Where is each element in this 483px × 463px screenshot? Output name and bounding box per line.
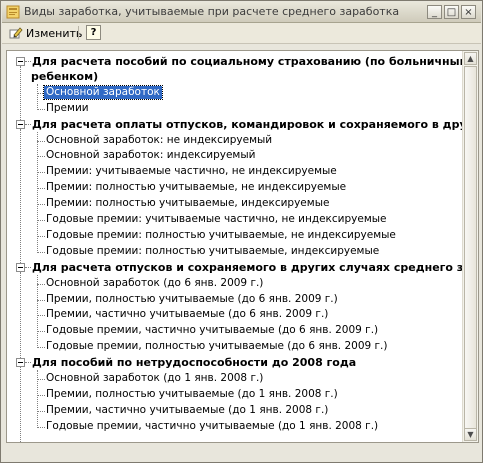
- tree-item[interactable]: Годовые премии: полностью учитываемые, н…: [46, 229, 396, 242]
- tree-connector: [37, 108, 45, 110]
- tree-connector: [37, 299, 45, 301]
- status-area: [6, 443, 477, 459]
- edit-icon: [9, 27, 23, 39]
- earnings-tree[interactable]: Для расчета пособий по социальному страх…: [6, 50, 479, 443]
- tree-group-label[interactable]: Для расчета пособий по социальному страх…: [32, 55, 462, 68]
- tree-connector: [20, 367, 21, 442]
- tree-connector: [37, 410, 45, 412]
- toolbar-separator: [78, 26, 79, 40]
- tree-connector: [37, 331, 45, 333]
- tree-item[interactable]: Премии, полностью учитываемые (до 1 янв.…: [46, 388, 338, 401]
- tree-connector: [37, 315, 45, 317]
- tree-connector: [20, 66, 21, 120]
- tree-group-label-continued: ребенком): [31, 69, 99, 83]
- tree-item[interactable]: Премии, частично учитываемые (до 1 янв. …: [46, 404, 328, 417]
- tree-item[interactable]: Годовые премии: полностью учитываемые, и…: [46, 245, 379, 258]
- collapse-icon[interactable]: [16, 57, 25, 66]
- collapse-icon[interactable]: [16, 119, 25, 129]
- tree-item[interactable]: Годовые премии, частично учитываемые (до…: [46, 324, 378, 337]
- tree-group-label[interactable]: Для расчета отпусков и сохраняемого в др…: [32, 261, 462, 274]
- scroll-up-button[interactable]: ▲: [464, 52, 477, 65]
- change-button[interactable]: Изменить: [6, 25, 85, 41]
- tree-connector: [37, 251, 45, 253]
- scroll-down-button[interactable]: ▼: [464, 428, 477, 441]
- tree-item[interactable]: Премии: [46, 102, 89, 115]
- tree-connector: [37, 283, 45, 285]
- title-bar[interactable]: Виды заработка, учитываемые при расчете …: [2, 2, 481, 23]
- tree-item[interactable]: Премии: полностью учитываемые, индексиру…: [46, 197, 329, 210]
- minimize-button[interactable]: _: [427, 5, 442, 19]
- tree-group-label[interactable]: Для пособий по нетрудоспособности до 200…: [32, 356, 356, 369]
- tree-connector: [37, 172, 45, 174]
- help-button[interactable]: ?: [86, 25, 101, 40]
- tree-item[interactable]: Основной заработок: не индексируемый: [46, 134, 272, 147]
- tree-item[interactable]: Основной заработок (до 1 янв. 2008 г.): [46, 372, 263, 385]
- tree-connector: [37, 131, 38, 253]
- tree-item[interactable]: Премии, полностью учитываемые (до 6 янв.…: [46, 293, 338, 306]
- tree-group-label[interactable]: Для расчета оплаты отпусков, командирово…: [32, 118, 462, 131]
- tree-connector: [20, 271, 21, 359]
- toolbar: Изменить ?: [2, 23, 481, 44]
- tree-item[interactable]: Премии, частично учитываемые (до 6 янв. …: [46, 308, 328, 321]
- tree-item[interactable]: Годовые премии, полностью учитываемые (д…: [46, 340, 388, 353]
- dialog-window: Виды заработка, учитываемые при расчете …: [0, 0, 483, 463]
- tree-connector: [37, 379, 45, 380]
- vertical-scrollbar[interactable]: ▲ ▼: [462, 51, 478, 442]
- tree-connector: [37, 274, 38, 349]
- tree-connector: [37, 83, 38, 110]
- collapse-icon[interactable]: [16, 358, 25, 368]
- scroll-thumb[interactable]: [464, 66, 477, 441]
- tree-connector: [25, 362, 31, 364]
- tree-connector: [20, 128, 21, 263]
- tree-content: Для расчета пособий по социальному страх…: [7, 51, 462, 442]
- tree-connector: [37, 235, 45, 237]
- tree-connector: [37, 188, 45, 190]
- change-button-label: Изменить: [26, 26, 83, 40]
- tree-item[interactable]: Годовые премии: учитываемые частично, не…: [46, 213, 387, 226]
- tree-connector: [37, 394, 45, 396]
- tree-connector: [37, 156, 45, 158]
- tree-item[interactable]: Основной заработок (до 6 янв. 2009 г.): [46, 277, 263, 290]
- tree-item[interactable]: Премии: учитываемые частично, не индекси…: [46, 165, 337, 178]
- tree-connector: [37, 347, 45, 349]
- tree-connector: [37, 140, 45, 142]
- tree-connector: [37, 204, 45, 206]
- tree-connector: [25, 123, 31, 125]
- tree-item[interactable]: Годовые премии, частично учитываемые (до…: [46, 420, 378, 433]
- tree-connector: [25, 61, 31, 62]
- tree-connector: [37, 370, 38, 428]
- tree-item[interactable]: Премии: полностью учитываемые, не индекс…: [46, 181, 346, 194]
- app-icon: [6, 5, 20, 19]
- tree-item[interactable]: Основной заработок: [43, 84, 163, 100]
- collapse-icon[interactable]: [16, 262, 25, 272]
- tree-connector: [37, 426, 45, 428]
- close-button[interactable]: ×: [461, 5, 476, 19]
- tree-connector: [25, 266, 31, 268]
- tree-connector: [37, 220, 45, 221]
- window-title: Виды заработка, учитываемые при расчете …: [24, 5, 400, 18]
- tree-item[interactable]: Основной заработок: индексируемый: [46, 149, 255, 162]
- maximize-button[interactable]: □: [444, 5, 459, 19]
